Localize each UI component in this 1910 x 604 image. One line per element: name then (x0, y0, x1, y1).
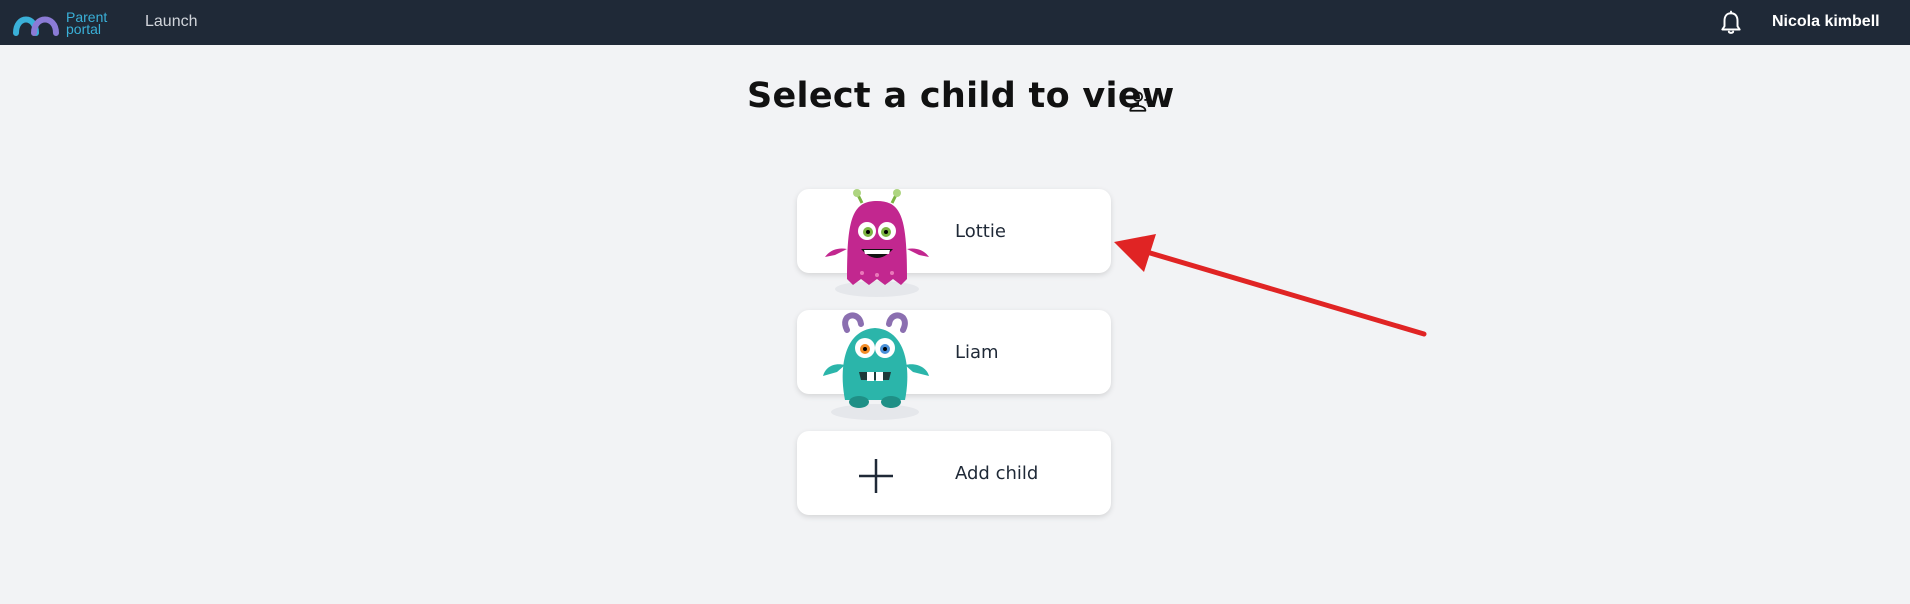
user-name[interactable]: Nicola kimbell (1772, 13, 1880, 31)
child-name: Lottie (955, 221, 1006, 242)
annotation-arrow-icon (1114, 234, 1427, 337)
child-card-liam[interactable]: Liam (797, 310, 1111, 420)
add-child-card[interactable]: Add child (797, 431, 1111, 515)
logo-text: Parent portal (66, 10, 107, 36)
logo-mark-icon (13, 16, 59, 36)
add-user-icon[interactable] (1127, 88, 1153, 114)
bell-icon[interactable] (1718, 10, 1744, 36)
plus-icon (859, 459, 893, 493)
nav-launch-link[interactable]: Launch (145, 13, 198, 31)
parent-portal-logo[interactable]: Parent portal (12, 8, 107, 38)
top-navbar: Parent portal Launch Nicola kimbell (0, 0, 1910, 45)
child-name: Liam (955, 342, 999, 363)
child-card-lottie[interactable]: Lottie (797, 189, 1111, 297)
page-title: Select a child to view (747, 76, 1175, 116)
teal-monster-avatar (823, 312, 929, 420)
add-child-label: Add child (955, 463, 1039, 484)
pink-monster-avatar (825, 189, 929, 297)
